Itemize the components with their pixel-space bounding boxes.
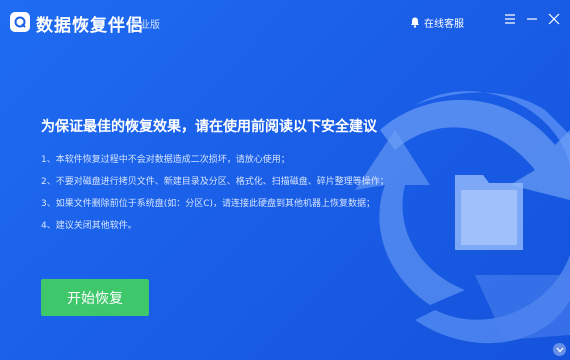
- edition-label: 专业版: [130, 20, 160, 31]
- chevron-down-icon: [556, 347, 563, 352]
- safety-tips-list: 1、本软件恢复过程中不会对数据造成二次损坏，请放心使用； 2、不要对磁盘进行拷贝…: [41, 154, 389, 242]
- scroll-down-button[interactable]: [553, 343, 566, 356]
- app-title: 数据恢复伴侣: [36, 16, 144, 36]
- folder-icon: [455, 175, 523, 250]
- menu-icon: [505, 14, 515, 24]
- tip-item: 2、不要对磁盘进行拷贝文件、新建目录及分区、格式化、扫描磁盘、碎片整理等操作；: [41, 177, 389, 187]
- title-bar: 数据恢复伴侣 专业版 在线客服: [0, 0, 570, 44]
- menu-button[interactable]: [502, 11, 518, 27]
- tip-item: 3、如果文件删除前位于系统盘(如：分区C)，请连接此硬盘到其他机器上恢复数据；: [41, 199, 376, 209]
- minimize-icon: [527, 18, 537, 20]
- online-service-link[interactable]: 在线客服: [410, 15, 464, 30]
- page-headline: 为保证最佳的恢复效果，请在使用前阅读以下安全建议: [41, 119, 377, 135]
- bell-icon: [411, 17, 419, 28]
- start-recovery-button[interactable]: 开始恢复: [41, 279, 149, 316]
- tip-item: 4、建议关闭其他软件。: [41, 221, 137, 231]
- minimize-button[interactable]: [524, 11, 540, 27]
- tip-item: 1、本软件恢复过程中不会对数据造成二次损坏，请放心使用；: [41, 155, 290, 165]
- close-icon: [548, 13, 560, 25]
- service-label: 在线客服: [424, 19, 464, 30]
- close-button[interactable]: [546, 11, 562, 27]
- app-logo-icon: [10, 12, 30, 32]
